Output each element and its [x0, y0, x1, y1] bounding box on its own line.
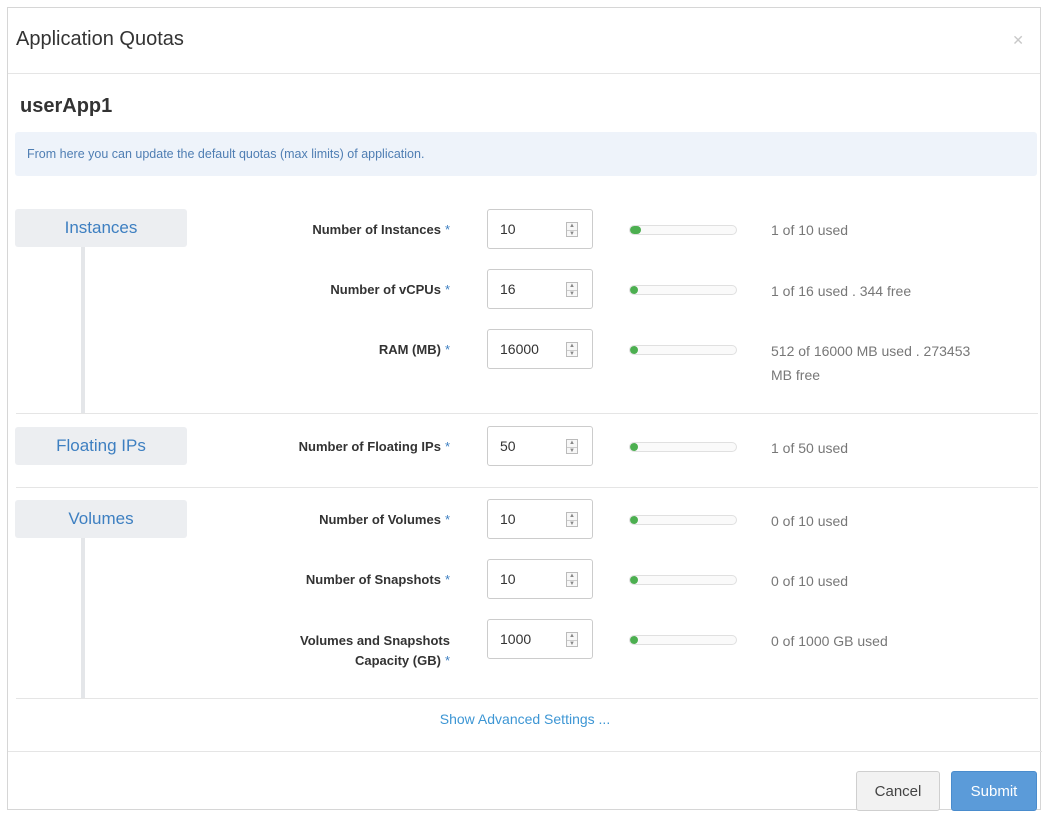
dialog-title: Application Quotas [16, 28, 184, 50]
snapshots-stepper[interactable]: ▲▼ [487, 559, 593, 599]
info-box: From here you can update the default quo… [15, 132, 1037, 176]
volumes-stepper[interactable]: ▲▼ [487, 499, 593, 539]
spinner-icon[interactable]: ▲ ▼ [566, 222, 578, 237]
spinner-up-icon[interactable]: ▲ [567, 283, 577, 289]
instances-stepper[interactable]: ▲▼ [487, 209, 593, 249]
spinner-down-icon[interactable]: ▼ [567, 640, 577, 647]
usage-bar-fill [630, 576, 638, 584]
section-tab-floating-ips: Floating IPs [15, 427, 187, 465]
section-divider [16, 698, 1038, 699]
field-label-capacity: Volumes and Snapshots Capacity (GB) * [299, 633, 450, 668]
usage-bar-fill [630, 516, 638, 524]
capacity-stepper[interactable]: ▲▼ [487, 619, 593, 659]
cancel-button[interactable]: Cancel [856, 771, 940, 811]
section-connector-volumes [81, 538, 85, 698]
usage-text: 0 of 10 used [771, 513, 849, 529]
ram-stepper[interactable]: ▲▼ [487, 329, 593, 369]
spinner-up-icon[interactable]: ▲ [567, 343, 577, 349]
field-label-instances: Number of Instances * [312, 222, 450, 237]
spinner-up-icon[interactable]: ▲ [567, 573, 577, 579]
snapshots-input[interactable] [500, 570, 556, 588]
dialog-header: Application Quotas ✕ [8, 8, 1040, 74]
spinner-up-icon[interactable]: ▲ [567, 633, 577, 639]
spinner-down-icon[interactable]: ▼ [567, 580, 577, 587]
vcpus-stepper[interactable]: ▲▼ [487, 269, 593, 309]
section-tab-instances: Instances [15, 209, 187, 247]
spinner-down-icon[interactable]: ▼ [567, 520, 577, 527]
floating-ips-input[interactable] [500, 437, 556, 455]
section-tab-volumes: Volumes [15, 500, 187, 538]
usage-bar [629, 345, 737, 355]
spinner-down-icon[interactable]: ▼ [567, 290, 577, 297]
spinner-icon[interactable]: ▲ ▼ [566, 439, 578, 454]
usage-bar-fill [630, 346, 638, 354]
spinner-up-icon[interactable]: ▲ [567, 440, 577, 446]
spinner-icon[interactable]: ▲ ▼ [566, 512, 578, 527]
field-label-floating-ips: Number of Floating IPs * [298, 439, 450, 454]
usage-text: 0 of 1000 GB used [771, 633, 888, 649]
usage-text: 1 of 10 used [771, 222, 849, 238]
usage-bar-fill [630, 286, 638, 294]
spinner-icon[interactable]: ▲ ▼ [566, 282, 578, 297]
spinner-up-icon[interactable]: ▲ [567, 223, 577, 229]
footer-divider [8, 751, 1042, 752]
spinner-down-icon[interactable]: ▼ [567, 350, 577, 357]
usage-text: 512 of 16000 MB used . 273453 MB free [771, 343, 971, 383]
usage-bar [629, 515, 737, 525]
submit-button[interactable]: Submit [951, 771, 1037, 811]
field-label-ram: RAM (MB) * [378, 342, 450, 357]
usage-bar-fill [630, 226, 641, 234]
vcpus-input[interactable] [500, 280, 556, 298]
spinner-down-icon[interactable]: ▼ [567, 447, 577, 454]
show-advanced-settings-link[interactable]: Show Advanced Settings ... [8, 711, 1042, 727]
usage-bar [629, 635, 737, 645]
spinner-icon[interactable]: ▲ ▼ [566, 342, 578, 357]
instances-input[interactable] [500, 220, 556, 238]
usage-text: 1 of 50 used [771, 440, 849, 456]
info-text: From here you can update the default quo… [27, 147, 425, 161]
usage-bar [629, 225, 737, 235]
app-name: userApp1 [20, 95, 113, 117]
usage-bar [629, 442, 737, 452]
ram-input[interactable] [500, 340, 556, 358]
usage-text: 1 of 16 used . 344 free [771, 283, 912, 299]
section-divider [16, 413, 1038, 414]
usage-text: 0 of 10 used [771, 573, 849, 589]
capacity-input[interactable] [500, 630, 556, 648]
spinner-icon[interactable]: ▲ ▼ [566, 632, 578, 647]
section-connector-instances [81, 247, 85, 413]
spinner-up-icon[interactable]: ▲ [567, 513, 577, 519]
spinner-down-icon[interactable]: ▼ [567, 230, 577, 237]
field-label-vcpus: Number of vCPUs * [330, 282, 450, 297]
floating-ips-stepper[interactable]: ▲▼ [487, 426, 593, 466]
usage-bar-fill [630, 636, 638, 644]
close-icon[interactable]: ✕ [1012, 32, 1024, 49]
usage-bar-fill [630, 443, 638, 451]
usage-bar [629, 575, 737, 585]
field-label-volumes: Number of Volumes * [319, 512, 450, 527]
volumes-input[interactable] [500, 510, 556, 528]
field-label-snapshots: Number of Snapshots * [305, 572, 450, 587]
usage-bar [629, 285, 737, 295]
section-divider [16, 487, 1038, 488]
application-quotas-dialog: Application Quotas ✕ userApp1 From here … [7, 7, 1042, 811]
spinner-icon[interactable]: ▲ ▼ [566, 572, 578, 587]
